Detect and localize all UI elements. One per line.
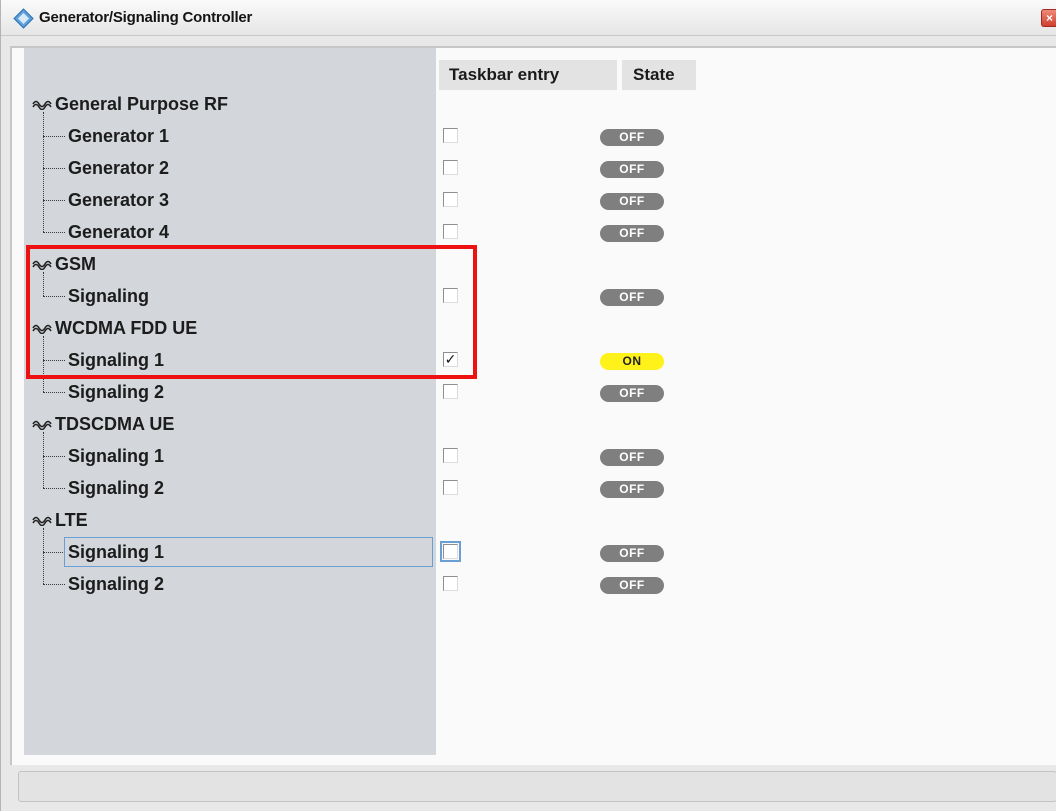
tree-item-row[interactable]: Signaling 2 OFF [1,376,1056,408]
state-toggle[interactable]: OFF [600,449,664,466]
wave-icon[interactable] [32,514,52,526]
tree-item-label[interactable]: Generator 1 [68,120,169,152]
tree-group-row[interactable]: General Purpose RF [1,88,1056,120]
window-title: Generator/Signaling Controller [39,9,253,26]
tree-item-label[interactable]: Generator 2 [68,152,169,184]
tree-item-label[interactable]: Signaling 2 [68,568,164,600]
tree-connector-branch [43,136,65,137]
taskbar-entry-checkbox[interactable] [443,448,458,463]
state-toggle[interactable]: OFF [600,289,664,306]
tree-item-row[interactable]: Generator 3 OFF [1,184,1056,216]
state-toggle[interactable]: OFF [600,481,664,498]
tree-item-label[interactable]: Signaling 2 [68,472,164,504]
state-toggle[interactable]: OFF [600,193,664,210]
close-button[interactable]: × [1041,9,1056,27]
tree-connector-branch [43,456,65,457]
state-toggle[interactable]: OFF [600,129,664,146]
tree-item-label[interactable]: Signaling 2 [68,376,164,408]
tree-connector-branch [43,584,65,585]
state-toggle[interactable]: ON [600,353,664,370]
tree-group-label: General Purpose RF [55,94,229,114]
tree-item-label[interactable]: Generator 3 [68,184,169,216]
tree-item-label[interactable]: Generator 4 [68,216,169,248]
tree-item-label[interactable]: Signaling 1 [68,440,164,472]
taskbar-entry-checkbox[interactable] [443,128,458,143]
taskbar-entry-checkbox[interactable] [443,192,458,207]
wave-icon[interactable] [32,418,52,430]
column-header-taskbar-entry[interactable]: Taskbar entry [439,60,617,90]
wave-icon[interactable] [32,98,52,110]
tree-group-label: TDSCDMA UE [55,414,175,434]
tree-item-row[interactable]: Signaling 2 OFF [1,472,1056,504]
tree-item-label[interactable]: Signaling 1 [68,536,164,568]
highlight-annotation [26,245,477,379]
taskbar-entry-checkbox[interactable] [443,160,458,175]
tree-connector-branch [43,200,65,201]
state-toggle[interactable]: OFF [600,577,664,594]
tree-item-row[interactable]: Generator 2 OFF [1,152,1056,184]
state-toggle[interactable]: OFF [600,161,664,178]
taskbar-entry-checkbox[interactable] [443,480,458,495]
state-toggle[interactable]: OFF [600,545,664,562]
tree-connector-branch [43,168,65,169]
rohde-schwarz-logo-icon [13,8,34,29]
taskbar-entry-checkbox[interactable] [443,576,458,591]
tree-group-label: LTE [55,510,88,530]
taskbar-entry-checkbox[interactable] [443,384,458,399]
tree-item-row[interactable]: Signaling 1 OFF [1,440,1056,472]
state-toggle[interactable]: OFF [600,385,664,402]
title-bar[interactable]: Generator/Signaling Controller × [1,0,1056,36]
close-icon: × [1045,11,1053,25]
taskbar-entry-checkbox[interactable] [443,224,458,239]
tree-connector-branch [43,488,65,489]
tree-item-row[interactable]: Signaling 2 OFF [1,568,1056,600]
tree-item-row[interactable]: Generator 4 OFF [1,216,1056,248]
tree-group-row[interactable]: TDSCDMA UE [1,408,1056,440]
state-toggle[interactable]: OFF [600,225,664,242]
column-header-state[interactable]: State [622,60,696,90]
tree-connector-branch [43,232,65,233]
status-bar [18,771,1056,802]
controller-window: Generator/Signaling Controller × Taskbar… [0,0,1056,811]
tree-item-row[interactable]: Generator 1 OFF [1,120,1056,152]
tree-item-row[interactable]: Signaling 1 OFF [1,536,1056,568]
tree-connector-branch [43,552,65,553]
tree-group-row[interactable]: LTE [1,504,1056,536]
tree-connector-branch [43,392,65,393]
taskbar-entry-checkbox[interactable] [440,541,461,562]
